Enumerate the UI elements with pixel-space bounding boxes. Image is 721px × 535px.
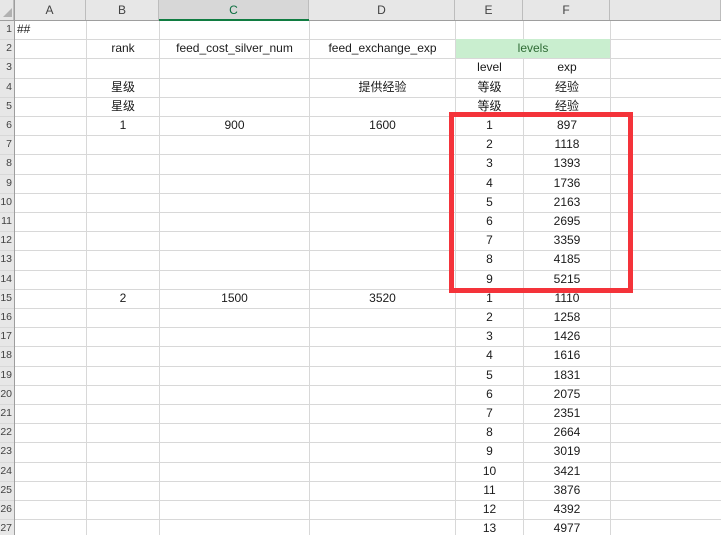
cell-D6[interactable]: 1600 — [310, 116, 455, 135]
cell-E25[interactable]: 11 — [456, 481, 523, 500]
cell-F24[interactable]: 3421 — [524, 462, 610, 481]
cell-B4[interactable]: 星级 — [87, 78, 159, 97]
gridline-h — [0, 366, 721, 367]
row-header-3[interactable]: 3 — [0, 58, 12, 77]
row-header-14[interactable]: 14 — [0, 270, 12, 289]
active-column-underline — [159, 19, 309, 22]
cell-D2[interactable]: feed_exchange_exp — [310, 39, 455, 58]
column-header-B[interactable]: B — [86, 0, 159, 20]
gridline-h — [0, 58, 721, 59]
cell-F27[interactable]: 4977 — [524, 519, 610, 535]
cell-B6[interactable]: 1 — [87, 116, 159, 135]
cell-E21[interactable]: 7 — [456, 404, 523, 423]
row-header-7[interactable]: 7 — [0, 135, 12, 154]
gridline-h — [0, 308, 721, 309]
column-header-g[interactable] — [610, 0, 721, 20]
row-header-13[interactable]: 13 — [0, 250, 12, 269]
cell-F25[interactable]: 3876 — [524, 481, 610, 500]
cell-F18[interactable]: 1616 — [524, 346, 610, 365]
cell-E16[interactable]: 2 — [456, 308, 523, 327]
row-header-11[interactable]: 11 — [0, 212, 12, 231]
select-all-corner[interactable] — [0, 0, 14, 20]
cell-D4[interactable]: 提供经验 — [310, 78, 455, 97]
gridline-h — [0, 481, 721, 482]
row-header-23[interactable]: 23 — [0, 442, 12, 461]
cell-F21[interactable]: 2351 — [524, 404, 610, 423]
cell-B5[interactable]: 星级 — [87, 97, 159, 116]
cell-E4[interactable]: 等级 — [456, 78, 523, 97]
row-header-9[interactable]: 9 — [0, 174, 12, 193]
column-header-F[interactable]: F — [523, 0, 610, 20]
cell-B15[interactable]: 2 — [87, 289, 159, 308]
gridline-h — [0, 385, 721, 386]
cell-E2-F2-merged[interactable]: levels — [456, 39, 610, 58]
cell-E3[interactable]: level — [456, 58, 523, 77]
gridline-h — [0, 462, 721, 463]
row-header-5[interactable]: 5 — [0, 97, 12, 116]
gridline-h — [0, 423, 721, 424]
gridline-h — [0, 346, 721, 347]
row-header-20[interactable]: 20 — [0, 385, 12, 404]
row-header-16[interactable]: 16 — [0, 308, 12, 327]
cell-F3[interactable]: exp — [524, 58, 610, 77]
cell-E27[interactable]: 13 — [456, 519, 523, 535]
cell-A1[interactable]: ## — [15, 20, 86, 39]
row-header-8[interactable]: 8 — [0, 154, 12, 173]
row-header-21[interactable]: 21 — [0, 404, 12, 423]
row-header-18[interactable]: 18 — [0, 346, 12, 365]
gridline-h — [0, 442, 721, 443]
cell-F4[interactable]: 经验 — [524, 78, 610, 97]
column-header-D[interactable]: D — [309, 0, 455, 20]
row-header-19[interactable]: 19 — [0, 366, 12, 385]
cell-D15[interactable]: 3520 — [310, 289, 455, 308]
row-header-10[interactable]: 10 — [0, 193, 12, 212]
gridline-v — [309, 20, 310, 535]
cell-E26[interactable]: 12 — [456, 500, 523, 519]
row-header-17[interactable]: 17 — [0, 327, 12, 346]
row-header-6[interactable]: 6 — [0, 116, 12, 135]
spreadsheet-app: ABCDEF 123456789101112131415161718192021… — [0, 0, 721, 535]
cell-E22[interactable]: 8 — [456, 423, 523, 442]
row-header-22[interactable]: 22 — [0, 423, 12, 442]
cell-F17[interactable]: 1426 — [524, 327, 610, 346]
row-header-12[interactable]: 12 — [0, 231, 12, 250]
cell-E17[interactable]: 3 — [456, 327, 523, 346]
cell-C2[interactable]: feed_cost_silver_num — [160, 39, 309, 58]
gridline-v — [159, 20, 160, 535]
column-header-C[interactable]: C — [159, 0, 309, 20]
column-header-E[interactable]: E — [455, 0, 523, 20]
gridline-h — [0, 500, 721, 501]
header-bottom-border — [0, 20, 721, 21]
cell-B2[interactable]: rank — [87, 39, 159, 58]
row-header-1[interactable]: 1 — [0, 20, 12, 39]
cell-F22[interactable]: 2664 — [524, 423, 610, 442]
cell-F23[interactable]: 3019 — [524, 442, 610, 461]
select-all-icon — [3, 8, 12, 17]
highlight-rectangle — [449, 112, 633, 293]
cell-E23[interactable]: 9 — [456, 442, 523, 461]
cell-E19[interactable]: 5 — [456, 366, 523, 385]
cell-E24[interactable]: 10 — [456, 462, 523, 481]
row-header-2[interactable]: 2 — [0, 39, 12, 58]
cell-F26[interactable]: 4392 — [524, 500, 610, 519]
row-header-border — [14, 0, 15, 535]
row-header-24[interactable]: 24 — [0, 462, 12, 481]
gridline-h — [0, 327, 721, 328]
cell-E18[interactable]: 4 — [456, 346, 523, 365]
row-header-26[interactable]: 26 — [0, 500, 12, 519]
cell-C15[interactable]: 1500 — [160, 289, 309, 308]
row-header-27[interactable]: 27 — [0, 519, 12, 535]
cell-E20[interactable]: 6 — [456, 385, 523, 404]
row-header-25[interactable]: 25 — [0, 481, 12, 500]
cell-F16[interactable]: 1258 — [524, 308, 610, 327]
row-header-15[interactable]: 15 — [0, 289, 12, 308]
gridline-h — [0, 404, 721, 405]
cell-C6[interactable]: 900 — [160, 116, 309, 135]
cell-F20[interactable]: 2075 — [524, 385, 610, 404]
cell-F19[interactable]: 1831 — [524, 366, 610, 385]
row-header-4[interactable]: 4 — [0, 78, 12, 97]
gridline-h — [0, 519, 721, 520]
column-header-A[interactable]: A — [14, 0, 86, 20]
